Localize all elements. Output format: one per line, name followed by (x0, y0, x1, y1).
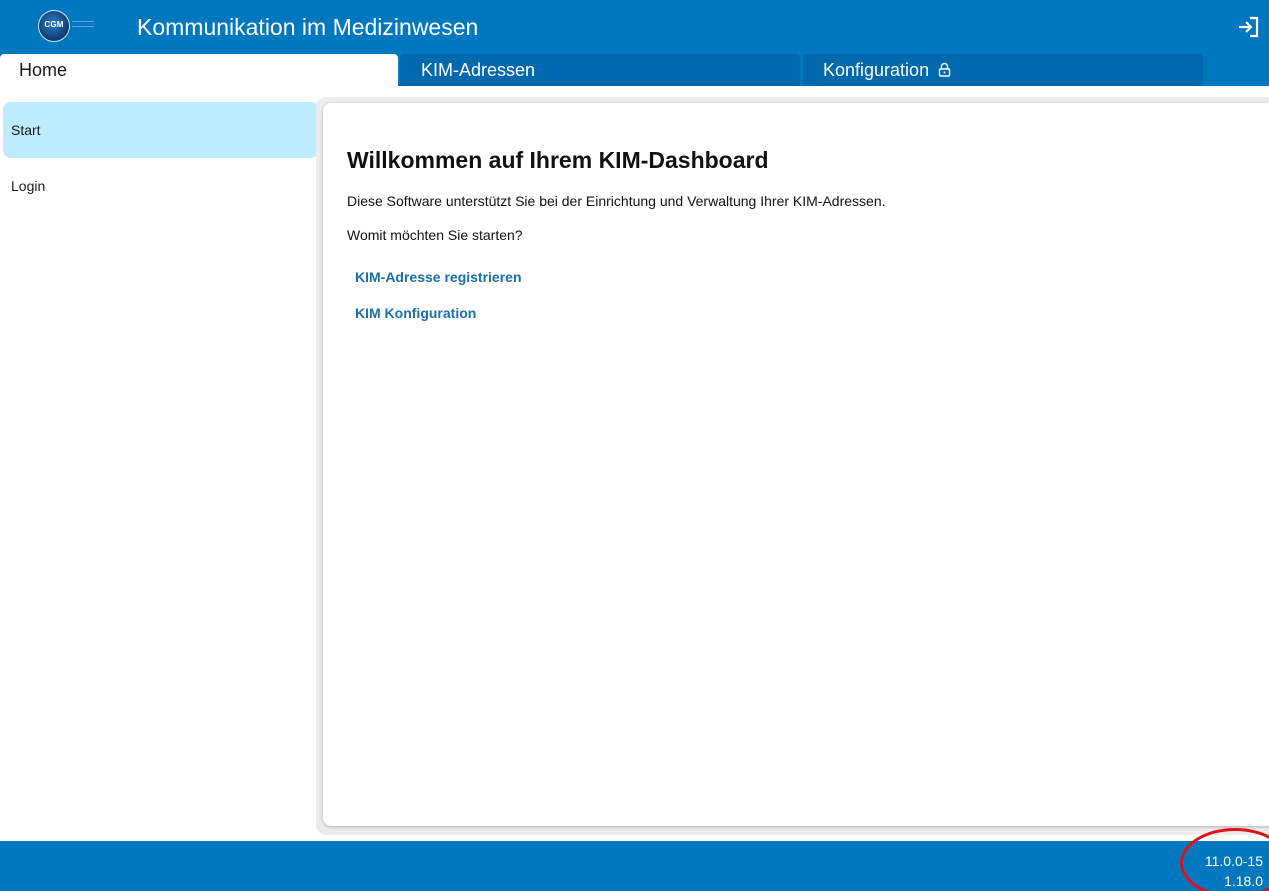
logout-button[interactable] (1236, 14, 1262, 40)
logo-text: CGM (44, 20, 64, 29)
content-card: Willkommen auf Ihrem KIM-Dashboard Diese… (323, 103, 1269, 826)
tab-home-label: Home (19, 60, 68, 80)
logo-tagline-mark (72, 21, 94, 27)
version-primary: 11.0.0-15 (1204, 853, 1263, 869)
version-info: 11.0.0-15 1.18.0 (1205, 851, 1263, 891)
sidebar: Start Login (0, 86, 320, 841)
lock-icon (938, 62, 951, 77)
sidebar-item-login[interactable]: Login (3, 158, 319, 214)
page-title: Willkommen auf Ihrem KIM-Dashboard (347, 147, 769, 173)
intro-text: Diese Software unterstützt Sie bei der E… (347, 193, 886, 209)
tab-kim-adressen[interactable]: KIM-Adressen (400, 54, 800, 86)
app-footer: 11.0.0-15 1.18.0 (0, 841, 1269, 891)
logout-icon (1239, 16, 1259, 38)
version-secondary: 1.18.0 (1224, 873, 1263, 889)
main-tabbar: Home KIM-Adressen Konfiguration (0, 54, 1269, 86)
kim-configuration-link[interactable]: KIM Konfiguration (355, 304, 476, 322)
tab-konfiguration-label: Konfiguration (823, 60, 930, 80)
app-header: CGM Kommunikation im Medizinwesen (0, 0, 1269, 54)
tab-kim-adressen-label: KIM-Adressen (421, 60, 536, 80)
app-title: Kommunikation im Medizinwesen (137, 14, 479, 40)
sidebar-item-start[interactable]: Start (3, 102, 319, 158)
tab-konfiguration[interactable]: Konfiguration (803, 54, 1203, 86)
cgm-logo: CGM (38, 10, 98, 42)
tab-home[interactable]: Home (0, 54, 398, 86)
register-kim-address-link[interactable]: KIM-Adresse registrieren (355, 268, 522, 286)
sidebar-item-label: Login (11, 178, 46, 194)
question-text: Womit möchten Sie starten? (347, 227, 523, 243)
sidebar-item-label: Start (11, 122, 41, 138)
